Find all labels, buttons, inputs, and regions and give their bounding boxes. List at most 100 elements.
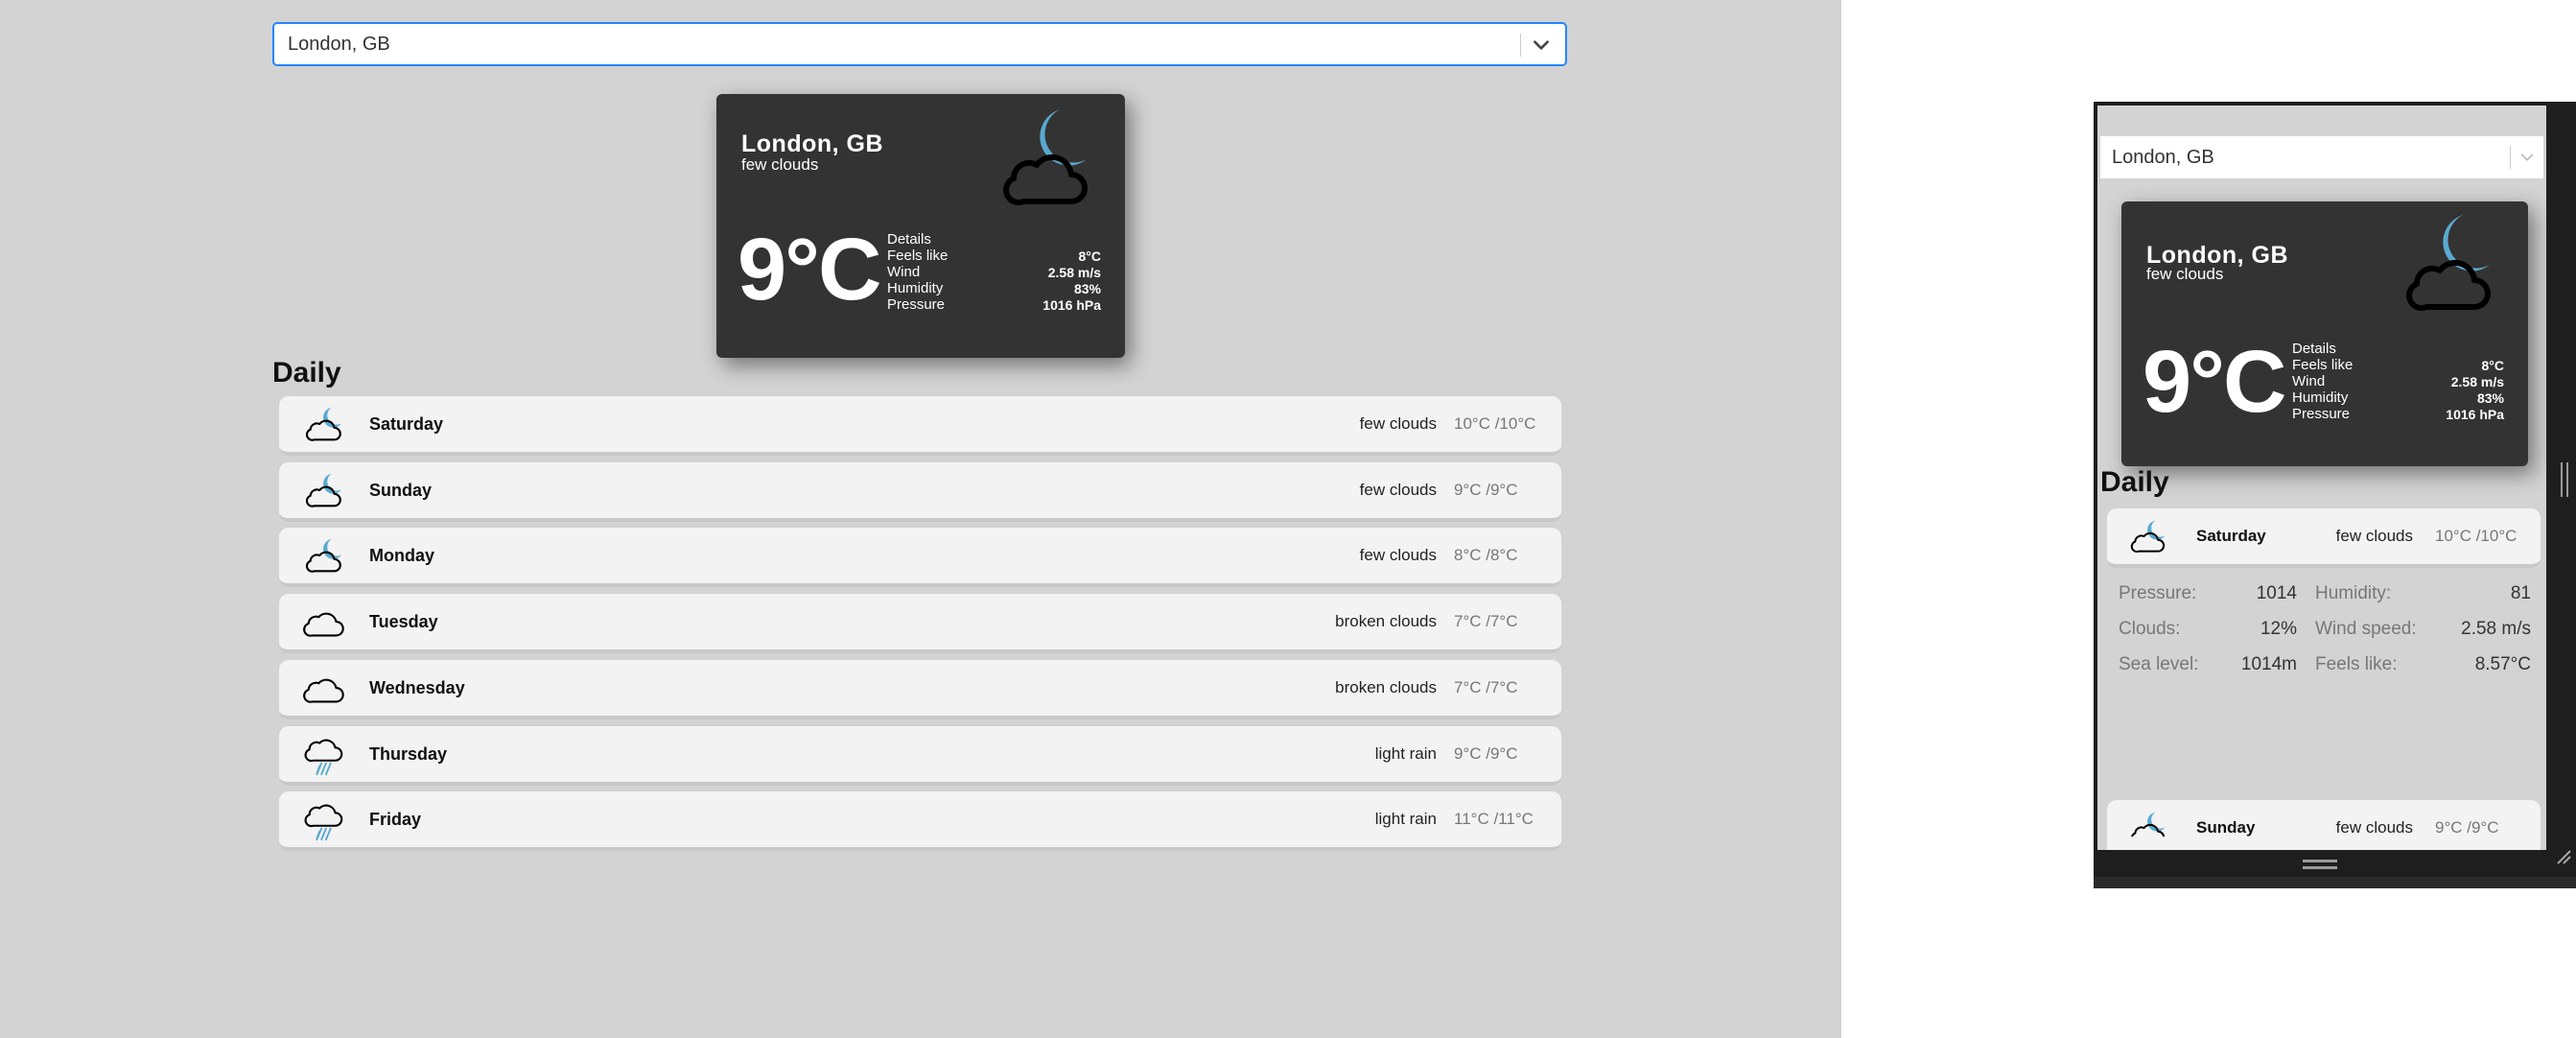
day-temperatures: 11°C /11°C <box>1454 810 1534 829</box>
chevron-down-icon[interactable] <box>2518 149 2536 166</box>
sea-level-value: 1014m <box>2240 654 2297 674</box>
pressure-value: 1016 hPa <box>2446 407 2504 422</box>
clouds-value: 12% <box>2260 619 2297 639</box>
day-name: Thursday <box>369 743 448 764</box>
city-select-value: London, GB <box>2112 147 2214 168</box>
day-name: Tuesday <box>369 612 438 632</box>
wind-label: Wind <box>2292 373 2326 389</box>
wind-label: Wind <box>887 264 921 280</box>
few-clouds-night-icon <box>306 407 342 441</box>
list-item[interactable]: Monday few clouds 8°C /8°C <box>279 528 1561 588</box>
day-temperatures: 9°C /9°C <box>1454 743 1518 763</box>
rain-icon <box>304 804 343 841</box>
humidity-label: Humidity: <box>2315 583 2392 603</box>
current-description: few clouds <box>741 155 819 174</box>
current-temperature: 9°C <box>738 221 881 318</box>
city-select-value: London, GB <box>288 34 390 55</box>
list-item[interactable]: Sunday few clouds 9°C /9°C <box>279 461 1561 522</box>
pressure-label: Pressure <box>2292 406 2351 422</box>
details-labels: Details Feels like Wind Humidity Pressur… <box>887 231 948 313</box>
details-row: Pressure: 1014 Humidity: 81 <box>2119 576 2531 611</box>
day-name: Sunday <box>369 480 433 500</box>
cloud-icon <box>303 612 344 637</box>
select-separator <box>2510 146 2511 169</box>
pressure-label: Pressure: <box>2119 583 2197 603</box>
feels-like-label: Feels like <box>2292 357 2354 373</box>
details-row: Clouds: 12% Wind speed: 2.58 m/s <box>2119 611 2531 647</box>
cloud-icon <box>303 678 344 703</box>
list-item-partial[interactable] <box>2107 837 2541 850</box>
day-condition: few clouds <box>1359 480 1437 499</box>
device-emulator-panel: London, GB London, GB few clouds 9°C Det… <box>2094 102 2576 888</box>
humidity-value: 83% <box>2476 390 2504 406</box>
day-temperatures: 7°C /7°C <box>1454 677 1518 696</box>
list-item[interactable]: Saturday few clouds 10°C /10°C <box>2107 508 2541 568</box>
day-condition: broken clouds <box>1335 612 1437 631</box>
sea-level-label: Sea level: <box>2119 654 2199 674</box>
details-row: Sea level: 1014m Feels like: 8.57°C <box>2119 647 2531 682</box>
feels-like-value: 8.57°C <box>2474 654 2531 674</box>
day-name: Monday <box>369 546 435 566</box>
emulator-bottom-strip <box>2094 877 2576 888</box>
wind-speed-label: Wind speed: <box>2315 619 2417 639</box>
list-item[interactable]: Thursday light rain 9°C /9°C <box>279 725 1561 786</box>
day-name: Saturday <box>2196 527 2266 545</box>
expanded-day-details: Pressure: 1014 Humidity: 81 Clouds: 12% … <box>2119 576 2531 682</box>
desktop-app-viewport: London, GB London, GB few clouds 9°C Det… <box>0 0 1841 1038</box>
chevron-down-icon[interactable] <box>1531 35 1552 56</box>
few-clouds-night-icon <box>1003 109 1088 205</box>
resize-corner-icon[interactable] <box>2555 848 2572 865</box>
few-clouds-night-icon <box>306 539 342 574</box>
emulator-bottom-bar <box>2094 850 2576 888</box>
details-heading: Details <box>887 231 931 248</box>
current-temperature: 9°C <box>2143 333 2286 431</box>
humidity-value: 83% <box>1073 281 1101 296</box>
clouds-label: Clouds: <box>2119 619 2181 639</box>
list-item[interactable]: Friday light rain 11°C /11°C <box>279 791 1561 852</box>
details-values: 8°C 2.58 m/s 83% 1016 hPa <box>2446 358 2504 423</box>
day-name: Wednesday <box>369 677 465 697</box>
day-name: Friday <box>369 810 422 830</box>
humidity-value: 81 <box>2510 583 2531 603</box>
wind-value: 2.58 m/s <box>2450 374 2504 389</box>
day-condition: few clouds <box>2335 527 2413 545</box>
wind-value: 2.58 m/s <box>1047 265 1101 280</box>
details-heading: Details <box>2292 341 2336 357</box>
few-clouds-night-icon <box>306 473 342 507</box>
details-values: 8°C 2.58 m/s 83% 1016 hPa <box>1042 248 1101 314</box>
current-weather-card-mobile: London, GB few clouds 9°C Details Feels … <box>2121 201 2528 466</box>
day-temperatures: 10°C /10°C <box>1454 414 1536 433</box>
day-temperatures: 7°C /7°C <box>1454 612 1518 631</box>
feels-like-label: Feels like: <box>2315 654 2398 674</box>
pressure-value: 1014 <box>2256 583 2297 603</box>
day-condition: few clouds <box>1359 414 1437 433</box>
resize-handle-vertical[interactable] <box>2561 462 2568 497</box>
resize-handle-horizontal[interactable] <box>2303 860 2337 869</box>
humidity-label: Humidity <box>887 280 944 296</box>
day-condition: few clouds <box>1359 546 1437 565</box>
wind-speed-value: 2.58 m/s <box>2461 619 2531 639</box>
day-condition: broken clouds <box>1335 677 1437 696</box>
list-item[interactable]: Wednesday broken clouds 7°C /7°C <box>279 659 1561 720</box>
current-weather-card: London, GB few clouds 9°C Details Feels … <box>716 94 1125 358</box>
day-temperatures: 9°C /9°C <box>1454 480 1518 499</box>
day-temperatures: 10°C /10°C <box>2435 527 2517 545</box>
select-separator <box>1520 34 1521 57</box>
pressure-label: Pressure <box>887 296 946 313</box>
city-select-mobile[interactable]: London, GB <box>2100 136 2543 178</box>
daily-heading: Daily <box>272 357 341 389</box>
current-description: few clouds <box>2146 265 2224 283</box>
current-city: London, GB <box>741 130 884 157</box>
city-select[interactable]: London, GB <box>272 22 1567 66</box>
feels-like-label: Feels like <box>887 248 948 264</box>
daily-heading: Daily <box>2100 466 2169 498</box>
list-item[interactable]: Saturday few clouds 10°C /10°C <box>279 396 1561 456</box>
rain-icon <box>304 739 343 775</box>
humidity-label: Humidity <box>2292 389 2349 406</box>
few-clouds-night-icon <box>2130 520 2166 553</box>
feels-like-value: 8°C <box>2481 358 2505 373</box>
day-condition: light rain <box>1374 810 1437 829</box>
mobile-viewport: London, GB London, GB few clouds 9°C Det… <box>2097 106 2546 850</box>
pressure-value: 1016 hPa <box>1042 297 1101 313</box>
list-item[interactable]: Tuesday broken clouds 7°C /7°C <box>279 594 1561 654</box>
